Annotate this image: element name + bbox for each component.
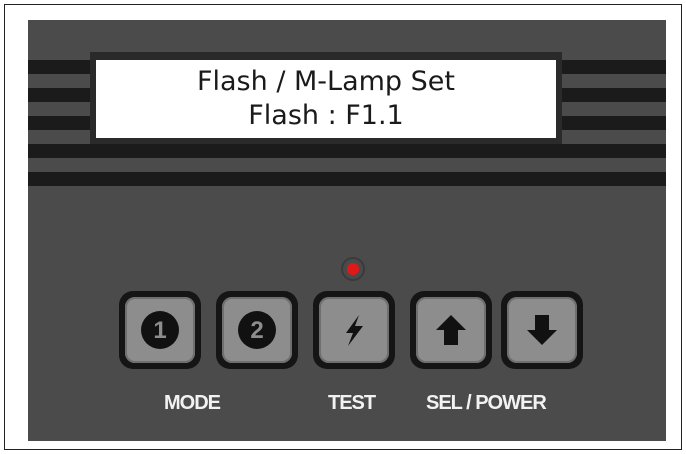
lcd-display: Flash / M-Lamp Set Flash : F1.1 — [96, 60, 556, 138]
mode-2-button[interactable]: 2 — [216, 291, 298, 369]
arrow-down-icon — [527, 315, 557, 345]
number-one-icon: 1 — [141, 311, 179, 349]
number-two-icon: 2 — [238, 311, 276, 349]
svg-text:2: 2 — [250, 317, 263, 344]
up-button[interactable] — [410, 291, 492, 369]
svg-text:1: 1 — [153, 317, 166, 344]
mode-1-button[interactable]: 1 — [119, 291, 201, 369]
test-label: TEST — [328, 392, 376, 414]
mode-label: MODE — [164, 392, 221, 414]
panel-stripe — [28, 172, 666, 186]
display-line-2: Flash : F1.1 — [248, 100, 404, 131]
lightning-bolt-icon — [346, 315, 363, 346]
test-indicator-led — [343, 259, 363, 279]
panel-stripe — [28, 144, 666, 158]
down-button[interactable] — [501, 291, 583, 369]
display-line-1: Flash / M-Lamp Set — [196, 66, 455, 97]
test-button[interactable] — [313, 291, 395, 369]
sel-power-label: SEL / POWER — [426, 392, 547, 414]
arrow-up-icon — [436, 315, 466, 345]
